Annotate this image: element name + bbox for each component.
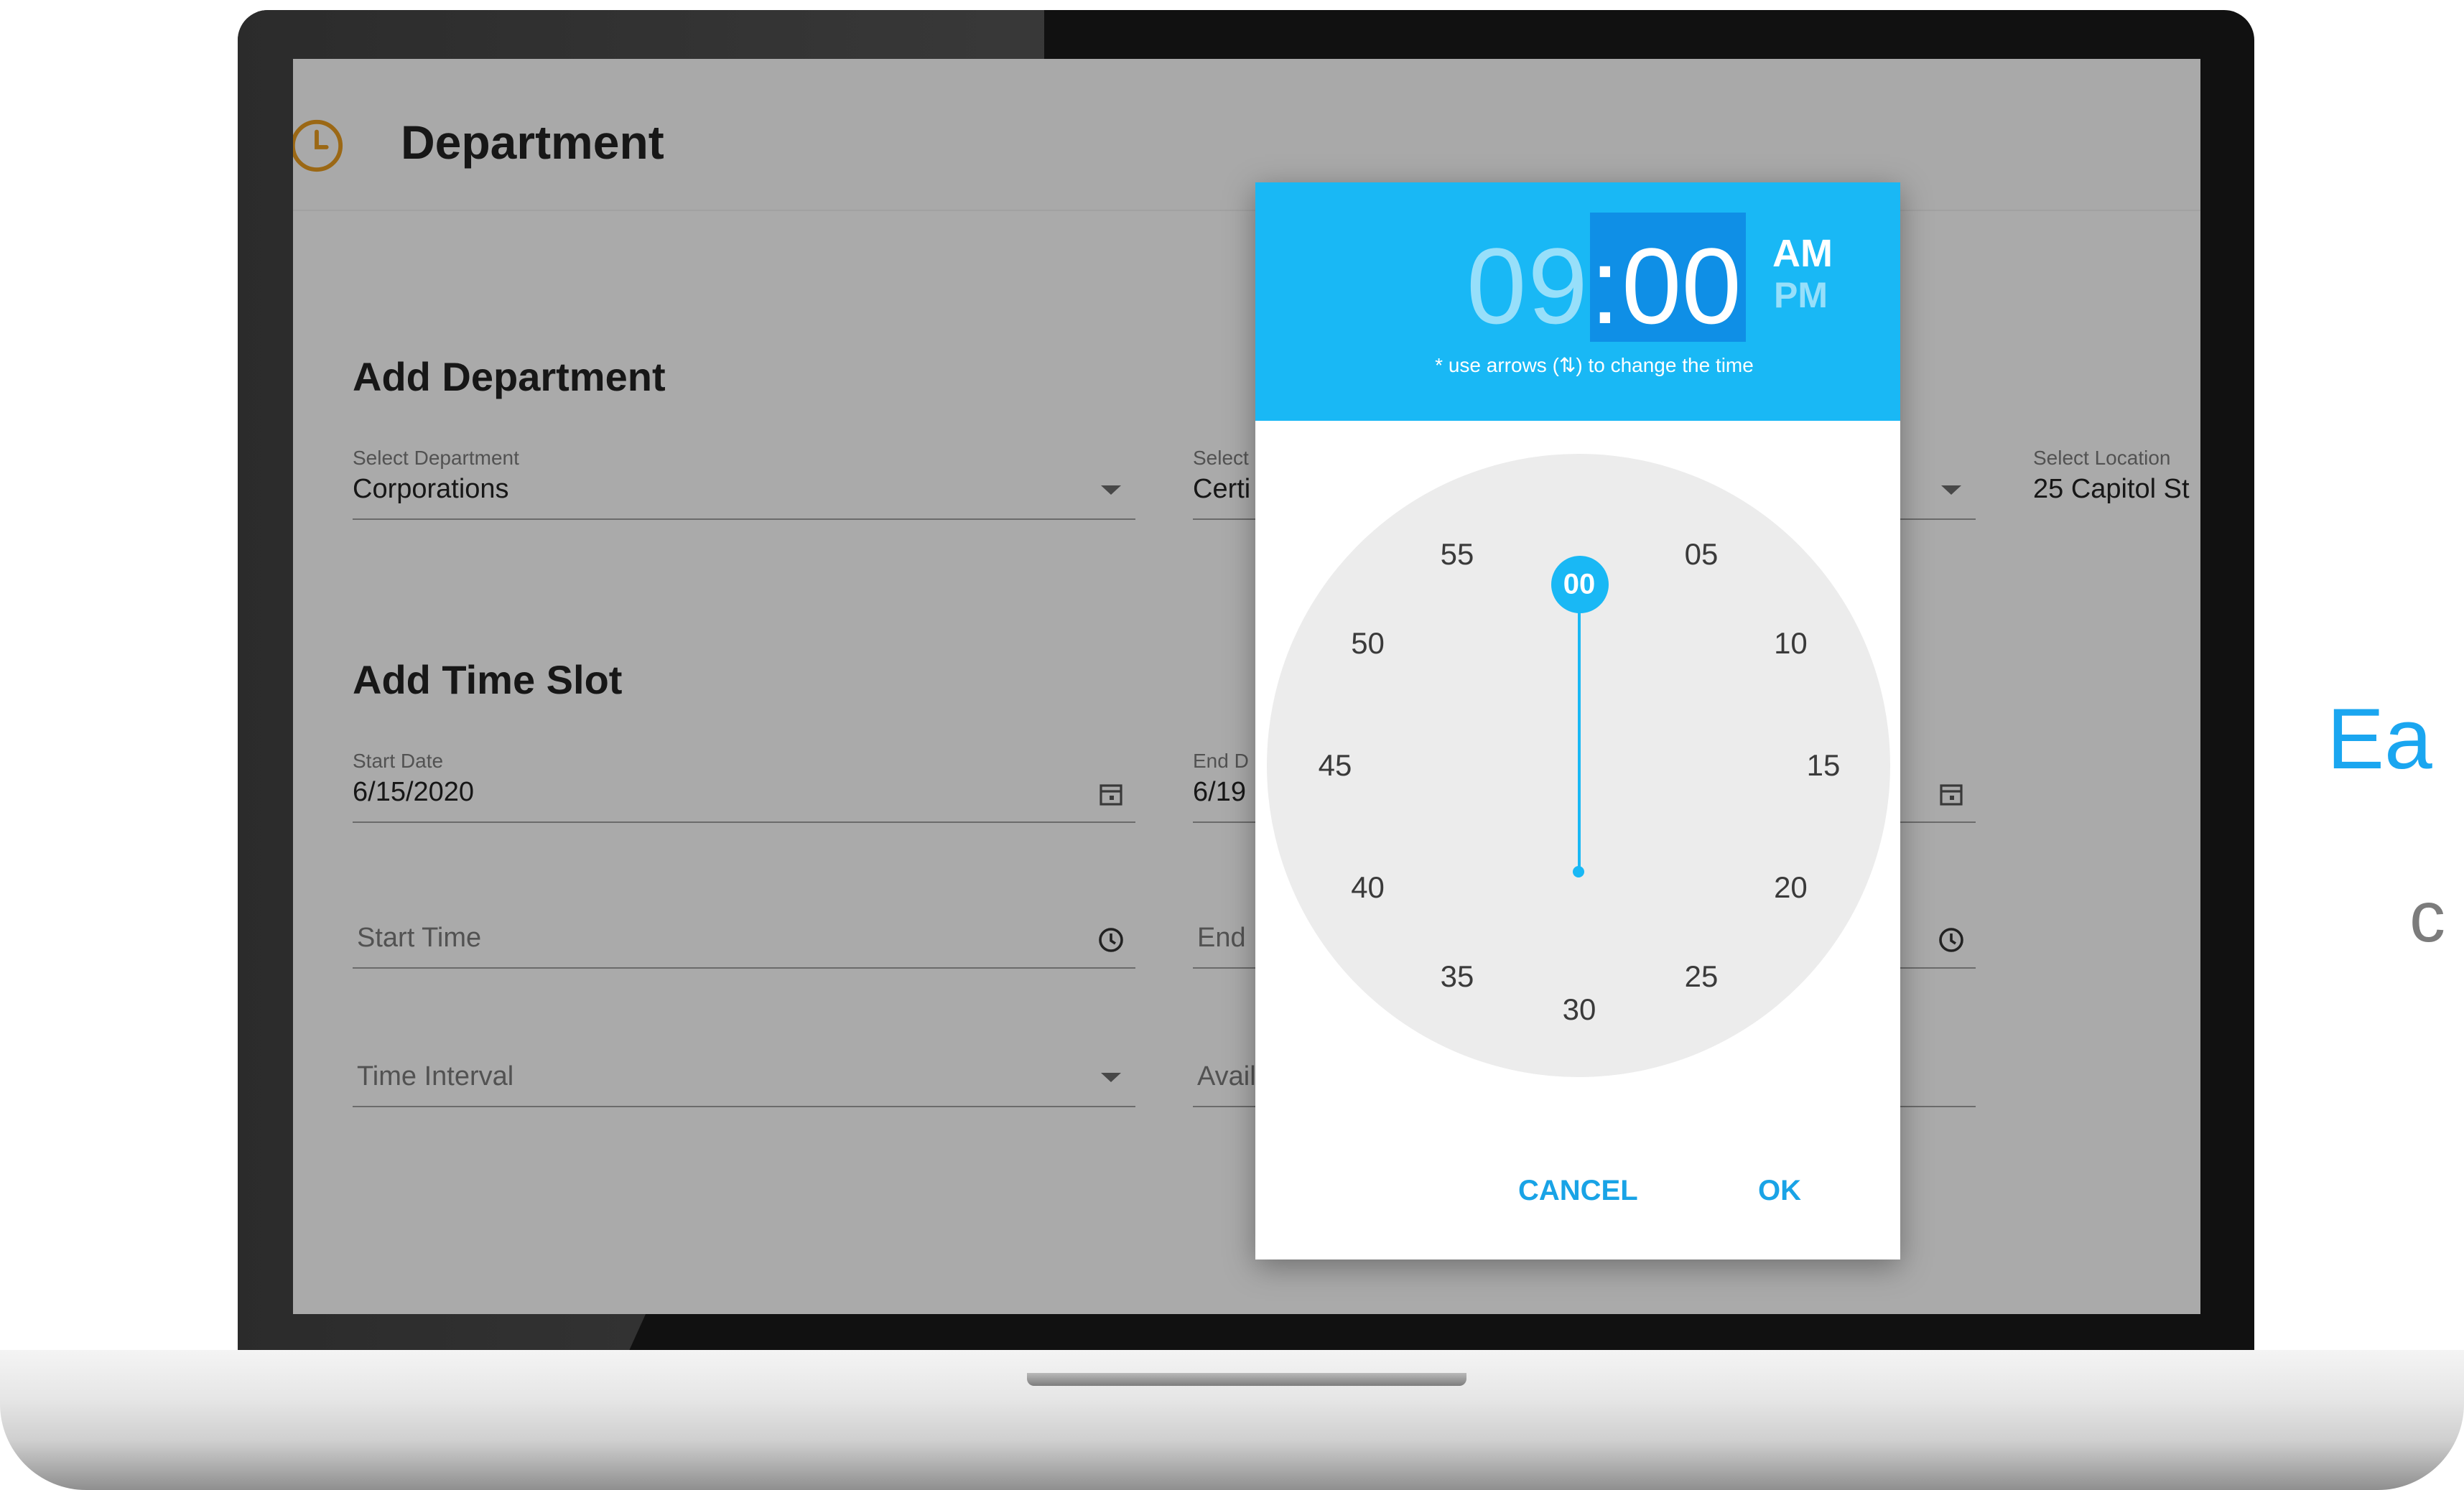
minute-number[interactable]: 10 xyxy=(1774,626,1808,661)
minute-number[interactable]: 05 xyxy=(1685,537,1719,572)
minute-number[interactable]: 40 xyxy=(1351,870,1385,905)
minute-number[interactable]: 25 xyxy=(1685,959,1719,994)
time-separator: : xyxy=(1590,225,1620,346)
time-picker-header: 09 : 00 AM PM * use arrows (⇅) to change… xyxy=(1255,182,1900,421)
laptop-screen: Department Add Department Select Departm… xyxy=(293,59,2200,1314)
ok-button[interactable]: OK xyxy=(1758,1175,1801,1207)
clock-hand[interactable] xyxy=(1578,585,1581,873)
minute-number[interactable]: 50 xyxy=(1351,626,1385,661)
laptop-base xyxy=(0,1350,2464,1490)
marketing-text-line2: c xyxy=(2409,877,2445,957)
minute-number[interactable]: 30 xyxy=(1563,992,1596,1027)
selected-minute-label: 00 xyxy=(1563,568,1596,600)
time-hint: * use arrows (⇅) to change the time xyxy=(1435,354,1754,376)
clock-center-dot xyxy=(1573,866,1584,877)
pm-toggle[interactable]: PM xyxy=(1774,274,1828,316)
minute-number[interactable]: 15 xyxy=(1807,748,1841,783)
minute-number[interactable]: 45 xyxy=(1319,748,1352,783)
am-toggle[interactable]: AM xyxy=(1772,231,1833,276)
modal-backdrop[interactable] xyxy=(293,59,2200,1314)
minute-display[interactable]: 00 xyxy=(1622,224,1742,348)
time-picker-dialog: 09 : 00 AM PM * use arrows (⇅) to change… xyxy=(1255,182,1900,1259)
minute-number[interactable]: 35 xyxy=(1441,959,1474,994)
hour-display[interactable]: 09 xyxy=(1466,224,1589,348)
cancel-button[interactable]: CANCEL xyxy=(1518,1175,1638,1207)
laptop-notch xyxy=(1027,1373,1466,1386)
marketing-text-line1: Ea xyxy=(2327,691,2432,787)
minute-number[interactable]: 20 xyxy=(1774,870,1808,905)
minute-number[interactable]: 55 xyxy=(1441,537,1474,572)
